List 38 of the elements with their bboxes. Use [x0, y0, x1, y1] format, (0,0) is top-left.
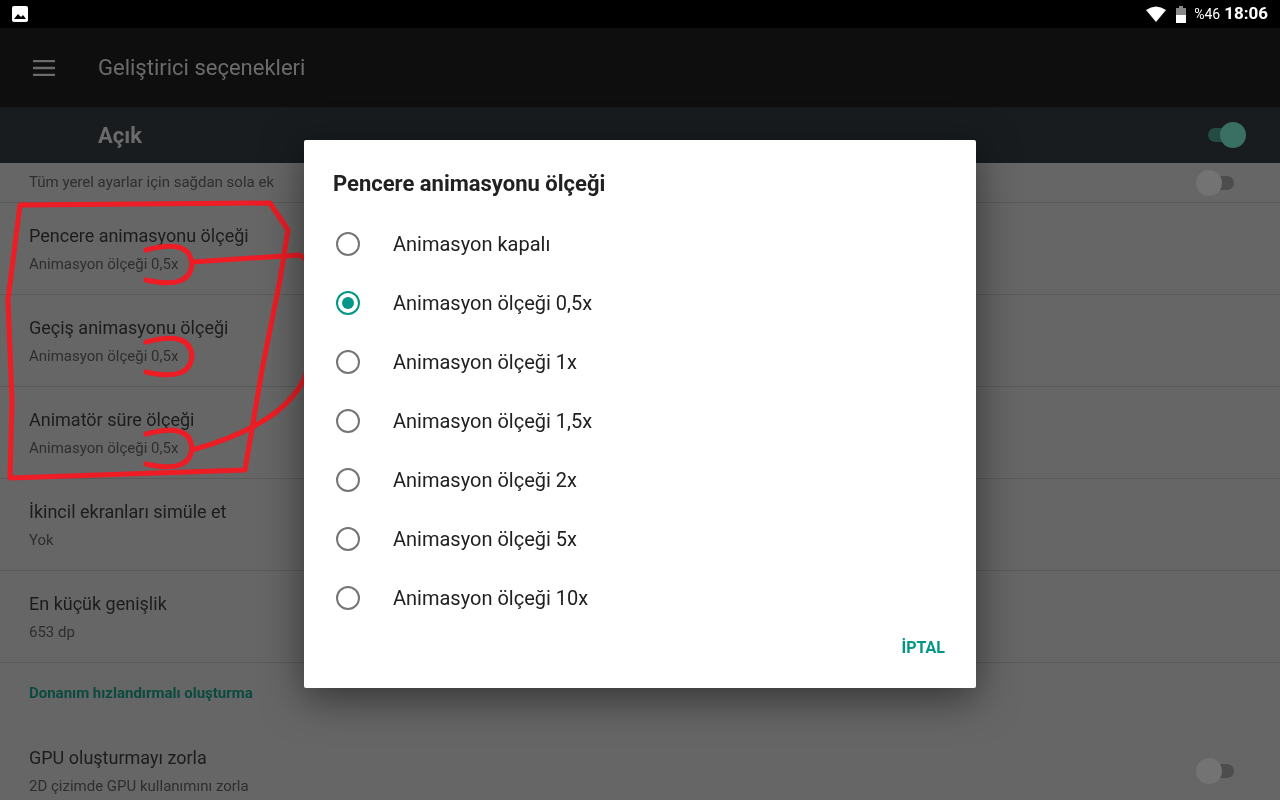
- setting-summary: Animasyon ölçeği 0,5x: [29, 253, 179, 275]
- option-label[interactable]: Animasyon kapalı: [393, 228, 551, 259]
- setting-title: İkincil ekranları simüle et: [29, 499, 227, 524]
- option-label[interactable]: Animasyon ölçeği 0,5x: [393, 287, 593, 318]
- setting-title: En küçük genişlik: [29, 591, 167, 616]
- setting-title: Pencere animasyonu ölçeği: [29, 223, 249, 248]
- toolbar-title: Geliştirici seçenekleri: [98, 54, 306, 82]
- wifi-icon: [1146, 6, 1167, 22]
- setting-title: GPU oluşturmayı zorla: [29, 745, 207, 770]
- menu-icon[interactable]: [33, 59, 55, 76]
- section-header: Donanım hızlandırmalı oluşturma: [29, 683, 253, 705]
- battery-percent: %46: [1194, 4, 1221, 24]
- battery-icon: [1176, 5, 1187, 23]
- radio-button[interactable]: [336, 585, 360, 610]
- setting-summary: Animasyon ölçeği 0,5x: [29, 345, 179, 367]
- setting-title: Animatör süre ölçeği: [29, 407, 195, 432]
- dialog-title: Pencere animasyonu ölçeği: [333, 170, 607, 198]
- setting-summary: 653 dp: [29, 621, 75, 643]
- setting-summary: Yok: [29, 529, 54, 551]
- radio-button[interactable]: [336, 231, 360, 256]
- cancel-button[interactable]: İPTAL: [892, 628, 954, 668]
- radio-button[interactable]: [336, 408, 360, 433]
- option-label[interactable]: Animasyon ölçeği 10x: [393, 582, 589, 613]
- setting-summary: Animasyon ölçeği 0,5x: [29, 437, 179, 459]
- image-icon: [12, 6, 28, 22]
- master-switch-label: Açık: [98, 121, 143, 150]
- setting-summary: 2D çizimde GPU kullanımını zorla: [29, 775, 249, 797]
- setting-title: Geçiş animasyonu ölçeği: [29, 315, 229, 340]
- option-label[interactable]: Animasyon ölçeği 1x: [393, 346, 577, 377]
- radio-button[interactable]: [336, 526, 360, 551]
- radio-button[interactable]: [336, 349, 360, 374]
- radio-button[interactable]: [336, 467, 360, 492]
- option-label[interactable]: Animasyon ölçeği 2x: [393, 464, 577, 495]
- clock: 18:06: [1224, 2, 1268, 26]
- radio-button[interactable]: [336, 290, 360, 315]
- option-label[interactable]: Animasyon ölçeği 1,5x: [393, 405, 593, 436]
- option-label[interactable]: Animasyon ölçeği 5x: [393, 523, 577, 554]
- setting-summary: Tüm yerel ayarlar için sağdan sola ek: [29, 172, 274, 194]
